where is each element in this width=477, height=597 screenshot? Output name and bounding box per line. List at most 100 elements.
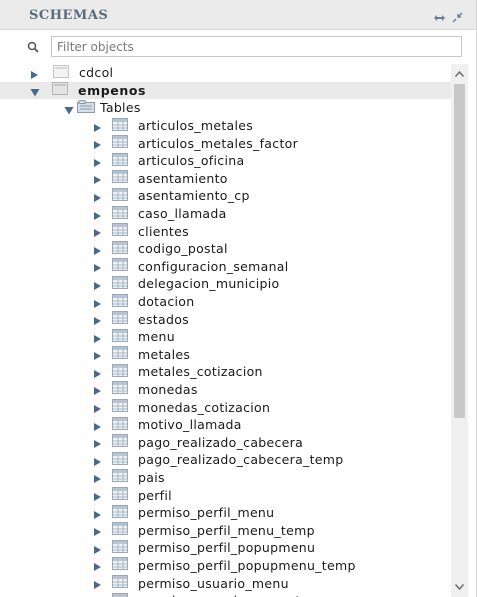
triangle-right-icon[interactable] [93,578,102,590]
table-icon [112,170,128,186]
table-row[interactable]: articulos_metales [0,117,451,135]
table-icon [112,557,128,573]
vertical-scrollbar[interactable] [451,64,468,597]
triangle-right-icon[interactable] [93,349,102,361]
table-list: articulos_metales articulos_metales_facto… [0,117,451,597]
scroll-down-icon[interactable] [451,579,468,595]
triangle-right-icon[interactable] [93,226,102,238]
triangle-right-icon[interactable] [93,490,102,502]
table-row[interactable]: configuracion_semanal [0,258,451,276]
table-icon [112,135,128,151]
scroll-up-icon[interactable] [451,66,468,82]
schema-row-cdcol[interactable]: cdcol [0,64,451,82]
table-row[interactable]: permiso_perfil_menu [0,504,451,522]
table-icon [112,522,128,538]
table-row[interactable]: delegacion_municipio [0,275,451,293]
table-label: permiso_perfil_menu [138,505,275,521]
table-icon [112,346,128,362]
table-icon [112,293,128,310]
table-row[interactable]: permiso_usuario_menu_temp [0,592,451,597]
triangle-right-icon[interactable] [93,209,102,220]
triangle-right-icon[interactable] [93,367,102,378]
table-row[interactable]: clientes [0,222,451,240]
table-row[interactable]: motivo_llamada [0,416,451,434]
search-icon [27,38,39,57]
table-row[interactable]: asentamiento_cp [0,187,451,205]
triangle-right-icon[interactable] [93,420,102,431]
refresh-icon[interactable] [433,8,446,27]
table-row[interactable]: permiso_usuario_menu [0,574,451,592]
table-label: articulos_metales [138,118,254,134]
triangle-right-icon[interactable] [93,173,102,185]
table-row[interactable]: permiso_perfil_menu_temp [0,521,451,539]
table-label: clientes [138,223,189,239]
table-label: permiso_usuario_menu [138,575,289,591]
triangle-right-icon[interactable] [93,297,102,308]
table-row[interactable]: pago_realizado_cabecera_temp [0,451,451,469]
table-row[interactable]: articulos_oficina [0,152,451,170]
triangle-right-icon[interactable] [93,525,102,537]
table-row[interactable]: articulos_metales_factor [0,134,451,152]
table-label: perfil [138,487,172,503]
triangle-right-icon[interactable] [93,279,102,290]
table-row[interactable]: perfil [0,486,451,504]
schema-label: cdcol [79,65,114,81]
table-row[interactable]: monedas [0,381,451,399]
triangle-right-icon[interactable] [93,314,102,326]
table-icon [112,223,128,239]
table-icon [112,575,128,591]
triangle-right-icon[interactable] [93,437,102,449]
table-row[interactable]: pais [0,469,451,487]
scroll-thumb[interactable] [454,84,465,418]
table-row[interactable]: monedas_cotizacion [0,398,451,416]
triangle-right-icon[interactable] [93,508,102,519]
filter-objects-input[interactable] [51,36,462,57]
triangle-right-icon[interactable] [93,384,102,396]
triangle-right-icon[interactable] [93,244,102,255]
triangle-down-icon[interactable] [64,103,74,115]
triangle-right-icon[interactable] [93,156,102,167]
triangle-right-icon[interactable] [93,455,102,466]
triangle-right-icon[interactable] [93,472,102,484]
table-icon [112,328,128,345]
folder-label: Tables [100,100,141,116]
header-toolbar [433,8,463,27]
table-icon [112,258,128,274]
table-row[interactable]: permiso_perfil_popupmenu [0,539,451,557]
triangle-right-icon[interactable] [30,68,39,79]
triangle-right-icon[interactable] [93,543,102,554]
table-label: caso_llamada [138,206,227,222]
table-row[interactable]: estados [0,310,451,328]
triangle-right-icon[interactable] [93,332,102,343]
table-row[interactable]: codigo_postal [0,240,451,258]
table-row[interactable]: dotacion [0,293,451,311]
table-label: metales_cotizacion [138,364,263,380]
collapse-icon[interactable] [452,8,463,27]
triangle-down-icon[interactable] [30,85,40,97]
table-icon [112,451,128,468]
schema-tree: cdcol empenos Tables articulos_metales a… [0,64,451,597]
triangle-right-icon[interactable] [93,191,102,202]
table-row[interactable]: permiso_perfil_popupmenu_temp [0,557,451,575]
table-row[interactable]: asentamiento [0,170,451,188]
triangle-right-icon[interactable] [93,402,102,414]
schema-label: empenos [78,82,147,98]
database-icon [52,82,68,98]
triangle-right-icon[interactable] [93,138,102,150]
schema-row-empenos[interactable]: empenos [0,81,451,100]
table-row[interactable]: metales_cotizacion [0,363,451,381]
table-icon [112,487,128,503]
triangle-right-icon[interactable] [93,261,102,273]
table-row[interactable]: caso_llamada [0,205,451,223]
triangle-right-icon[interactable] [93,560,102,572]
table-row[interactable]: menu [0,328,451,346]
filter-row [0,34,476,60]
table-label: permiso_perfil_popupmenu_temp [138,557,356,573]
schemas-panel: SCHEMAS Filter objects cdcol empenos Tab… [0,0,477,597]
table-icon [112,187,128,204]
table-row[interactable]: metales [0,346,451,364]
table-row[interactable]: pago_realizado_cabecera [0,433,451,451]
tables-folder-row[interactable]: Tables [0,99,451,117]
schemas-header: SCHEMAS [0,0,476,30]
triangle-right-icon[interactable] [93,121,102,132]
